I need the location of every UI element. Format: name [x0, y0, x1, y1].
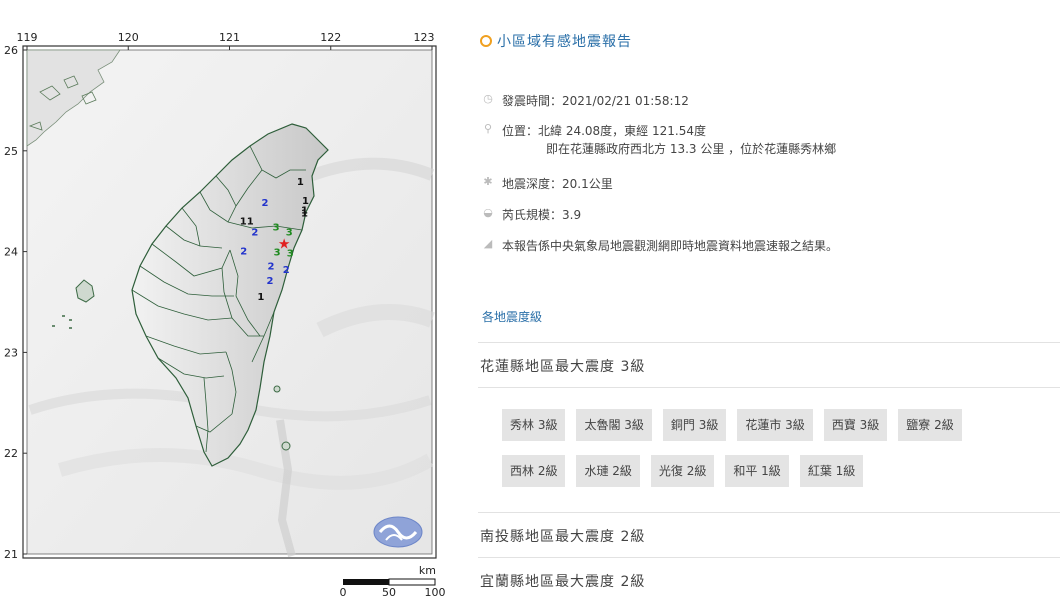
- scale-label-100: 100: [425, 586, 446, 596]
- station-chip[interactable]: 花蓮市 3級: [737, 409, 813, 441]
- megaphone-icon: ◢: [483, 237, 493, 250]
- circle-bullet-icon: [480, 35, 492, 47]
- epicenter-star-icon: ★: [278, 237, 291, 253]
- info-magnitude: ◒ 芮氏規模：3.9: [482, 206, 581, 224]
- county-header-nantou[interactable]: 南投縣地區最大震度 2級: [480, 526, 1060, 546]
- report-title: 小區域有感地震報告: [497, 34, 632, 50]
- station-chip[interactable]: 水璉 2級: [576, 455, 640, 487]
- lon-tick-label: 120: [118, 31, 139, 44]
- intensity-marker: 2: [283, 265, 290, 276]
- info-time: ◷ 發震時間：2021/02/21 01:58:12: [482, 92, 689, 110]
- location-sub-text: 即在花蓮縣政府西北方 13.3 公里 ，位於花蓮縣秀林鄉: [546, 142, 837, 156]
- scale-unit: km: [419, 564, 436, 577]
- intensity-marker: 2: [240, 247, 247, 258]
- station-chip[interactable]: 紅葉 1級: [799, 455, 864, 487]
- intensity-marker: 2: [261, 198, 268, 209]
- intensity-marker: 11: [240, 216, 254, 227]
- county-header-yilan[interactable]: 宜蘭縣地區最大震度 2級: [480, 571, 1060, 591]
- time-text: 發震時間：2021/02/21 01:58:12: [502, 94, 689, 108]
- divider: [478, 387, 1060, 388]
- star-icon: ✱: [483, 175, 493, 188]
- lon-tick-label: 119: [17, 31, 38, 44]
- scale-label-0: 0: [340, 586, 347, 596]
- earthquake-map: 119 120 121 122 123 26 25 24 23 22 21 1 1 1 1 2 11 2 3 3 2 3…: [0, 0, 460, 596]
- info-depth: ✱ 地震深度：20.1公里: [482, 175, 613, 193]
- cwb-logo: [373, 516, 423, 548]
- lat-tick-label: 23: [4, 346, 18, 359]
- station-chip[interactable]: 太魯閣 3級: [576, 409, 652, 441]
- station-chip[interactable]: 光復 2級: [650, 455, 715, 487]
- lon-tick-label: 123: [414, 31, 435, 44]
- station-row-2: 西林 2級 水璉 2級 光復 2級 和平 1級 紅葉 1級: [502, 455, 1060, 487]
- intensity-marker: 1: [257, 292, 264, 303]
- lat-tick-label: 22: [4, 447, 18, 460]
- county-header-hualien[interactable]: 花蓮縣地區最大震度 3級: [480, 356, 1060, 376]
- lon-tick-label: 121: [219, 31, 240, 44]
- divider: [478, 557, 1060, 558]
- lat-tick-label: 24: [4, 246, 18, 259]
- lat-tick-label: 21: [4, 548, 18, 561]
- station-chip[interactable]: 西寶 3級: [823, 409, 888, 441]
- intensity-marker: 2: [267, 276, 274, 287]
- station-chip[interactable]: 西林 2級: [502, 455, 566, 487]
- intensity-marker: 3: [273, 222, 280, 233]
- intensity-marker: 1: [301, 208, 308, 219]
- lat-tick-label: 25: [4, 145, 18, 158]
- scale-bar: km 0 50 100: [340, 564, 446, 596]
- report-title-row: 小區域有感地震報告: [480, 31, 632, 51]
- station-chip[interactable]: 銅門 3級: [662, 409, 727, 441]
- lon-tick-label: 122: [320, 31, 341, 44]
- lat-tick-label: 26: [4, 44, 18, 57]
- station-chip[interactable]: 鹽寮 2級: [898, 409, 962, 441]
- report-panel: 小區域有感地震報告 ◷ 發震時間：2021/02/21 01:58:12 ⚲ 位…: [478, 0, 1060, 596]
- divider: [478, 512, 1060, 513]
- gauge-icon: ◒: [483, 206, 493, 219]
- intensity-section-link[interactable]: 各地震度級: [482, 308, 542, 325]
- intensity-marker: 1: [297, 177, 304, 188]
- map-canvas: 119 120 121 122 123262524232221 11112112 3 32 3…: [4, 31, 446, 596]
- divider: [478, 342, 1060, 343]
- station-chips: 秀林 3級 太魯閣 3級 銅門 3級 花蓮市 3級 西寶 3級 鹽寮 2級 西林…: [502, 409, 1060, 501]
- info-note: ◢ 本報告係中央氣象局地震觀測網即時地震資料地震速報之結果。: [482, 237, 838, 255]
- magnitude-text: 芮氏規模：3.9: [502, 208, 582, 222]
- green-island: [273, 385, 281, 393]
- station-chip[interactable]: 秀林 3級: [502, 409, 566, 441]
- note-text: 本報告係中央氣象局地震觀測網即時地震資料地震速報之結果。: [502, 239, 839, 253]
- station-row-1: 秀林 3級 太魯閣 3級 銅門 3級 花蓮市 3級 西寶 3級 鹽寮 2級: [502, 409, 1060, 441]
- intensity-marker: 2: [251, 227, 258, 238]
- info-location: ⚲ 位置：北緯 24.08度，東經 121.54度 即在花蓮縣政府西北方 13.…: [482, 122, 836, 158]
- intensity-marker: 2: [268, 262, 275, 273]
- clock-icon: ◷: [483, 92, 493, 105]
- scale-label-50: 50: [382, 586, 396, 596]
- station-chip[interactable]: 和平 1級: [725, 455, 789, 487]
- location-text: 位置：北緯 24.08度，東經 121.54度: [502, 124, 706, 138]
- orchid-island: [281, 441, 291, 451]
- depth-text: 地震深度：20.1公里: [502, 177, 613, 191]
- map-pin-icon: ⚲: [483, 122, 493, 135]
